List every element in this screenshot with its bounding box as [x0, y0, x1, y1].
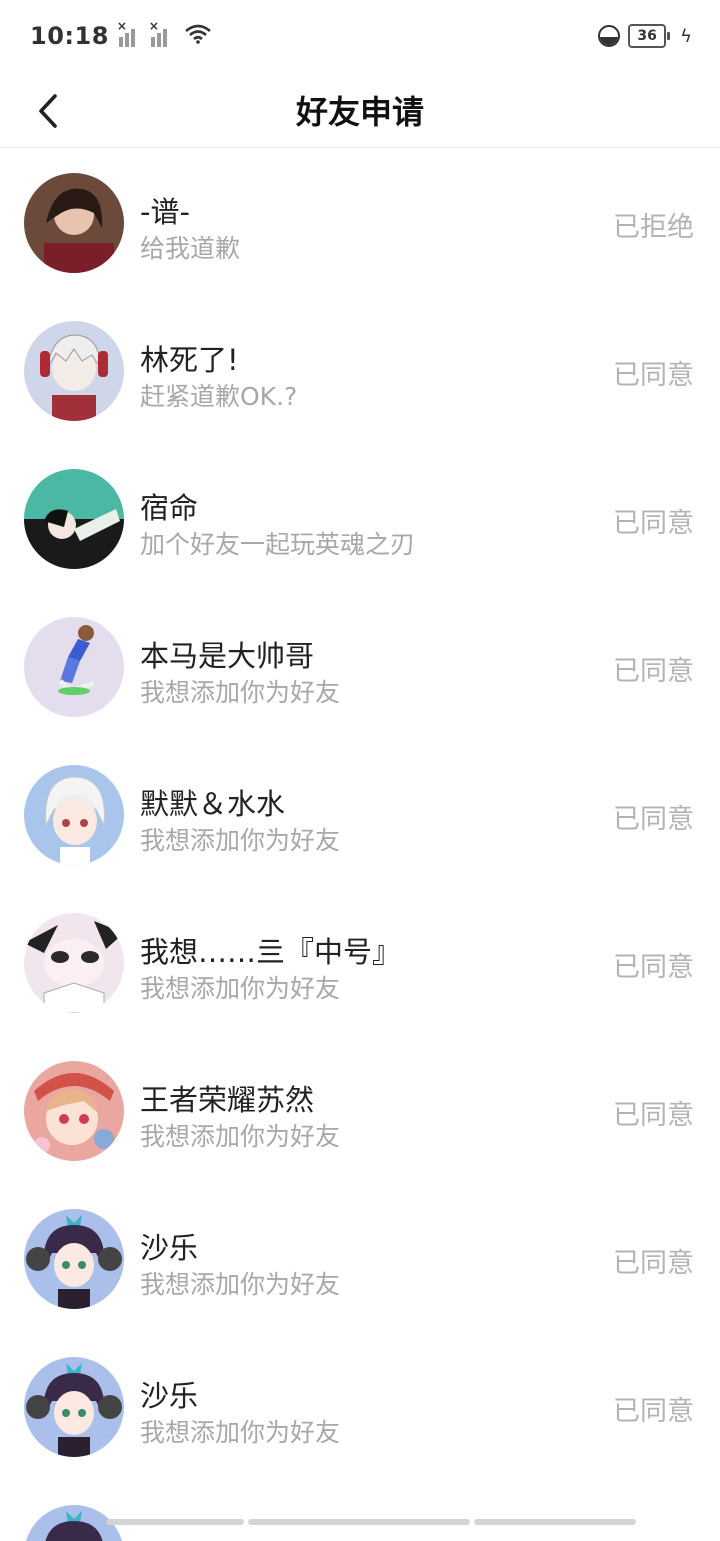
requester-name: 林死了! [140, 343, 239, 377]
list-item-partial[interactable] [0, 1481, 720, 1541]
charging-icon: ϟ [680, 25, 692, 47]
status-label: 已同意 [613, 508, 694, 539]
request-message: 我想添加你为好友 [140, 1418, 341, 1447]
list-item[interactable]: 我想……亖『中号』 我想添加你为好友 已同意 [0, 889, 720, 1037]
status-label: 已同意 [613, 1100, 694, 1131]
request-message: 赶紧道歉OK.? [140, 382, 298, 411]
status-time: 10:18 [30, 22, 109, 50]
avatar[interactable] [24, 617, 124, 717]
back-arrow-icon [39, 94, 57, 128]
requester-name: 宿命 [140, 491, 199, 525]
requester-name: 默默＆水水 [140, 787, 286, 821]
status-label: 已同意 [613, 360, 694, 391]
page-title: 好友申请 [295, 92, 424, 131]
request-message: 我想添加你为好友 [140, 826, 341, 855]
status-bar: 10:18 × × 36 ϟ [0, 0, 720, 72]
signal-icon: × [117, 19, 141, 47]
avatar[interactable] [24, 765, 124, 865]
friend-request-list: -谱- 给我道歉 已拒绝 林死了! 赶紧道歉OK.? 已同意 宿命 加个好友一起… [0, 149, 720, 1541]
signal-icon: × [149, 19, 173, 47]
request-message: 给我道歉 [140, 234, 241, 263]
list-item[interactable]: 本马是大帅哥 我想添加你为好友 已同意 [0, 593, 720, 741]
list-item[interactable]: 林死了! 赶紧道歉OK.? 已同意 [0, 297, 720, 445]
requester-name: 王者荣耀苏然 [140, 1083, 315, 1117]
avatar[interactable] [24, 1061, 124, 1161]
list-item[interactable]: -谱- 给我道歉 已拒绝 [0, 149, 720, 297]
status-bar-left: 10:18 × × [30, 19, 211, 50]
avatar[interactable] [24, 173, 124, 273]
avatar[interactable] [24, 1357, 124, 1457]
data-saver-icon [598, 25, 621, 47]
list-item[interactable]: 宿命 加个好友一起玩英魂之刃 已同意 [0, 445, 720, 593]
status-label: 已同意 [613, 656, 694, 687]
status-label: 已同意 [613, 952, 694, 983]
status-label: 已拒绝 [613, 212, 694, 243]
back-button[interactable] [28, 86, 68, 136]
requester-name: 本马是大帅哥 [140, 639, 315, 673]
nav-bar: 好友申请 [0, 72, 720, 148]
status-label: 已同意 [613, 804, 694, 835]
status-label: 已同意 [613, 1396, 694, 1427]
status-bar-right: 36 ϟ [598, 24, 692, 48]
status-label: 已同意 [613, 1248, 694, 1279]
list-item[interactable]: 沙乐 我想添加你为好友 已同意 [0, 1185, 720, 1333]
wifi-icon [185, 24, 211, 48]
list-item[interactable]: 王者荣耀苏然 我想添加你为好友 已同意 [0, 1037, 720, 1185]
avatar[interactable] [24, 469, 124, 569]
request-message: 加个好友一起玩英魂之刃 [140, 530, 416, 559]
requester-name: 沙乐 [140, 1379, 199, 1413]
request-message: 我想添加你为好友 [140, 678, 341, 707]
requester-name: 沙乐 [140, 1231, 199, 1265]
list-item[interactable]: 沙乐 我想添加你为好友 已同意 [0, 1333, 720, 1481]
request-message: 我想添加你为好友 [140, 1122, 341, 1151]
requester-name: 我想……亖『中号』 [140, 935, 402, 969]
list-item[interactable]: 默默＆水水 我想添加你为好友 已同意 [0, 741, 720, 889]
request-message: 我想添加你为好友 [140, 974, 341, 1003]
avatar[interactable] [24, 321, 124, 421]
battery-icon: 36 [628, 24, 671, 48]
avatar[interactable] [24, 913, 124, 1013]
requester-name: -谱- [140, 195, 190, 229]
request-message: 我想添加你为好友 [140, 1270, 341, 1299]
battery-level: 36 [637, 28, 657, 44]
avatar[interactable] [24, 1209, 124, 1309]
